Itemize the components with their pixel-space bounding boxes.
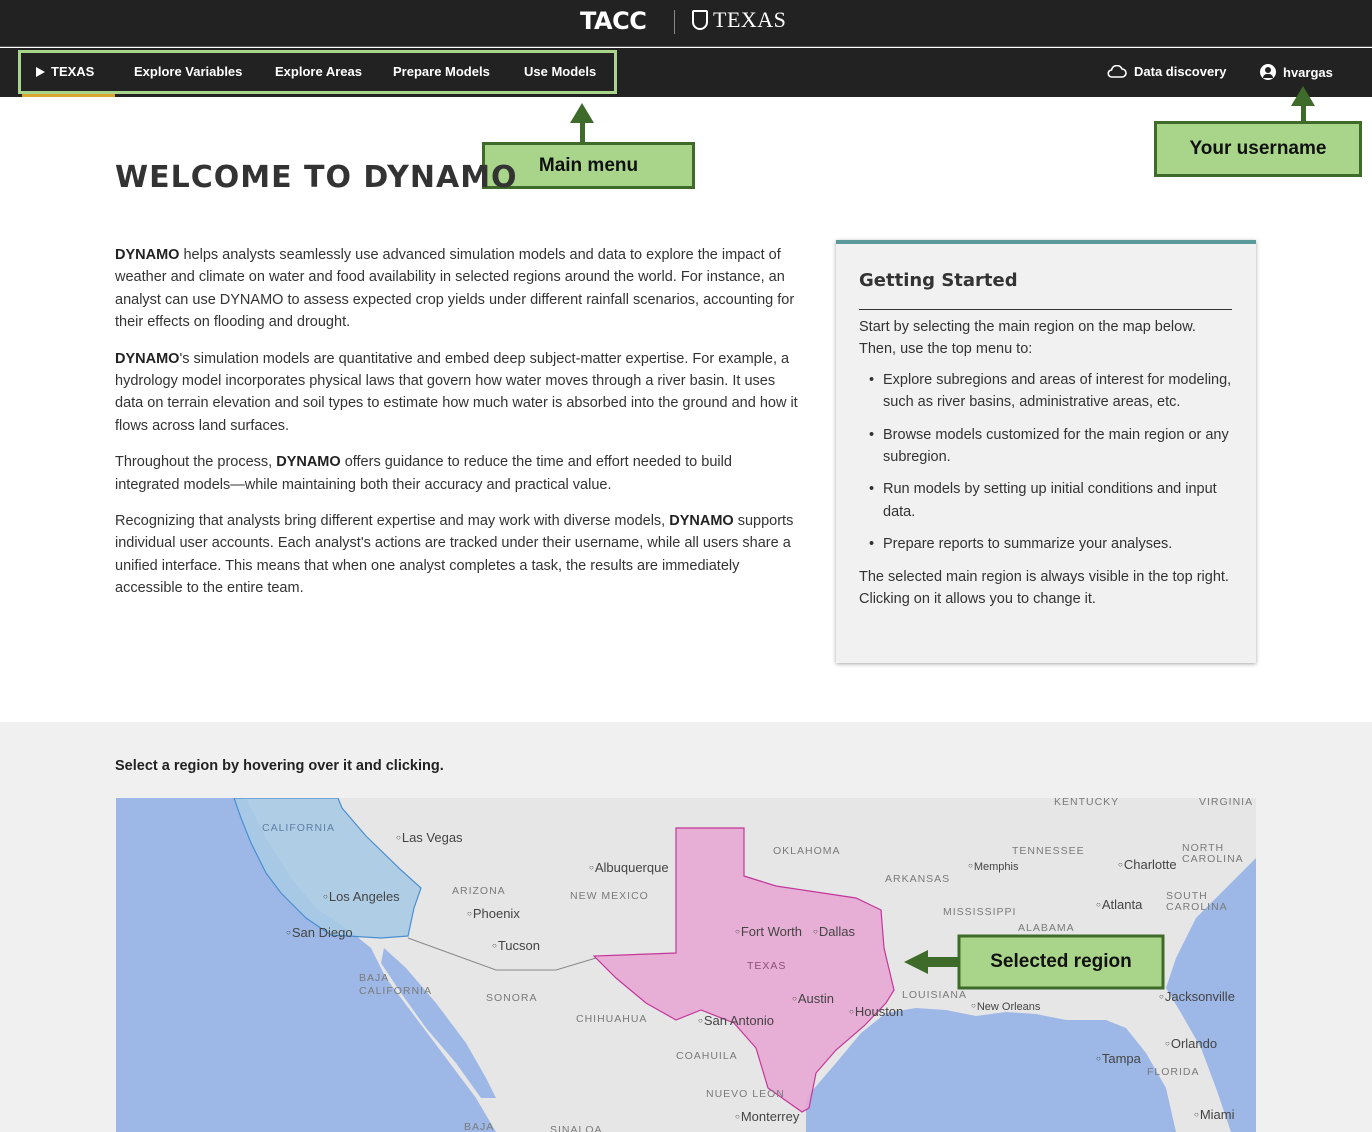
- city-label: San Antonio: [698, 1013, 774, 1028]
- region-map[interactable]: KENTUCKY VIRGINIA OKLAHOMA TENNESSEE NOR…: [116, 798, 1256, 1132]
- map-label: KENTUCKY: [1054, 798, 1120, 808]
- intro-text: DYNAMO helps analysts seamlessly use adv…: [115, 244, 800, 614]
- list-item: Explore subregions and areas of interest…: [869, 369, 1232, 414]
- main-menu-arrow-stem: [580, 121, 585, 143]
- city-label: Fort Worth: [735, 924, 802, 939]
- username: hvargas: [1283, 64, 1333, 80]
- region-map-section: Select a region by hovering over it and …: [0, 722, 1372, 1132]
- getting-started-list: Explore subregions and areas of interest…: [869, 369, 1232, 556]
- intro-paragraph: Recognizing that analysts bring differen…: [115, 513, 794, 597]
- map-label: FLORIDA: [1147, 1066, 1200, 1078]
- ut-shield-icon: [692, 10, 708, 30]
- user-menu[interactable]: hvargas: [1260, 64, 1333, 80]
- texas-label: TEXAS: [747, 960, 787, 972]
- main-menu-arrow-icon: [570, 103, 594, 123]
- user-circle-icon: [1260, 64, 1276, 80]
- username-arrow-icon: [1291, 86, 1315, 106]
- city-label: Austin: [792, 991, 834, 1006]
- map-label: ALABAMA: [1018, 922, 1075, 934]
- map-label: OKLAHOMA: [773, 845, 841, 857]
- data-discovery-label: Data discovery: [1134, 64, 1227, 79]
- city-label: Los Angeles: [323, 889, 400, 904]
- city-label: Tampa: [1096, 1051, 1141, 1066]
- map-label: ARKANSAS: [885, 873, 951, 885]
- brand-divider: [674, 10, 675, 34]
- map-label: LOUISIANA: [902, 989, 968, 1001]
- city-label: Tucson: [492, 938, 540, 953]
- california-label: CALIFORNIA: [262, 822, 336, 834]
- main-nav: TEXAS Explore Variables Explore Areas Pr…: [0, 48, 1372, 97]
- map-label: SONORA: [486, 992, 538, 1004]
- city-label: Dallas: [813, 924, 855, 939]
- city-label: Phoenix: [467, 906, 520, 921]
- map-label: SOUTH CAROLINA: [1166, 890, 1228, 913]
- intro-paragraph: Throughout the process, DYNAMO offers gu…: [115, 454, 732, 493]
- city-label: Charlotte: [1118, 857, 1177, 872]
- getting-started-intro: Start by selecting the main region on th…: [859, 319, 1196, 358]
- list-item: Browse models customized for the main re…: [869, 424, 1232, 469]
- getting-started-title: Getting Started: [859, 270, 1232, 310]
- ut-texas-wordmark: TEXAS: [713, 7, 787, 32]
- map-instructions: Select a region by hovering over it and …: [115, 758, 444, 774]
- city-label: New Orleans: [971, 1001, 1041, 1013]
- city-label: Orlando: [1165, 1036, 1217, 1051]
- map-label: COAHUILA: [676, 1050, 738, 1062]
- getting-started-outro: The selected main region is always visib…: [859, 568, 1229, 608]
- map-label: NORTH CAROLINA: [1182, 842, 1244, 865]
- getting-started-card: Getting Started Start by selecting the m…: [836, 240, 1256, 663]
- list-item: Prepare reports to summarize your analys…: [869, 533, 1232, 556]
- city-label: Miami: [1194, 1107, 1235, 1122]
- map-label: NUEVO LEON: [706, 1088, 785, 1100]
- city-label: Houston: [849, 1004, 903, 1019]
- city-label: Albuquerque: [589, 860, 669, 875]
- map-label: TENNESSEE: [1012, 845, 1085, 857]
- intro-paragraph: DYNAMO helps analysts seamlessly use adv…: [115, 247, 795, 331]
- brand-bar: TACC TEXAS: [0, 0, 1372, 47]
- map-label: BAJA: [464, 1121, 495, 1132]
- map-label: MISSISSIPPI: [943, 906, 1017, 918]
- ut-texas-logo[interactable]: TEXAS: [692, 7, 786, 33]
- city-label: Memphis: [968, 861, 1019, 873]
- map-label: BAJA CALIFORNIA: [359, 972, 433, 997]
- map-label: VIRGINIA: [1199, 798, 1254, 808]
- map-label: ARIZONA: [452, 885, 506, 897]
- cloud-icon: [1107, 65, 1127, 78]
- data-discovery-link[interactable]: Data discovery: [1107, 64, 1227, 79]
- intro-paragraph: DYNAMO's simulation models are quantitat…: [115, 350, 798, 434]
- selected-region-callout: Selected region: [990, 951, 1132, 972]
- city-label: Jacksonville: [1159, 989, 1235, 1004]
- map-label: NEW MEXICO: [570, 890, 649, 902]
- list-item: Run models by setting up initial conditi…: [869, 478, 1232, 523]
- city-label: Monterrey: [735, 1109, 800, 1124]
- city-label: Atlanta: [1096, 897, 1142, 912]
- map-label: SINALOA: [550, 1124, 603, 1132]
- page-title: WELCOME TO DYNAMO: [115, 160, 518, 195]
- city-label: Las Vegas: [396, 830, 463, 845]
- city-label: San Diego: [286, 925, 353, 940]
- tacc-logo[interactable]: TACC: [580, 7, 647, 35]
- selected-region-arrow: [904, 950, 961, 974]
- map-label: CHIHUAHUA: [576, 1013, 648, 1025]
- username-callout: Your username: [1154, 121, 1362, 177]
- main-menu-highlight: [18, 50, 617, 94]
